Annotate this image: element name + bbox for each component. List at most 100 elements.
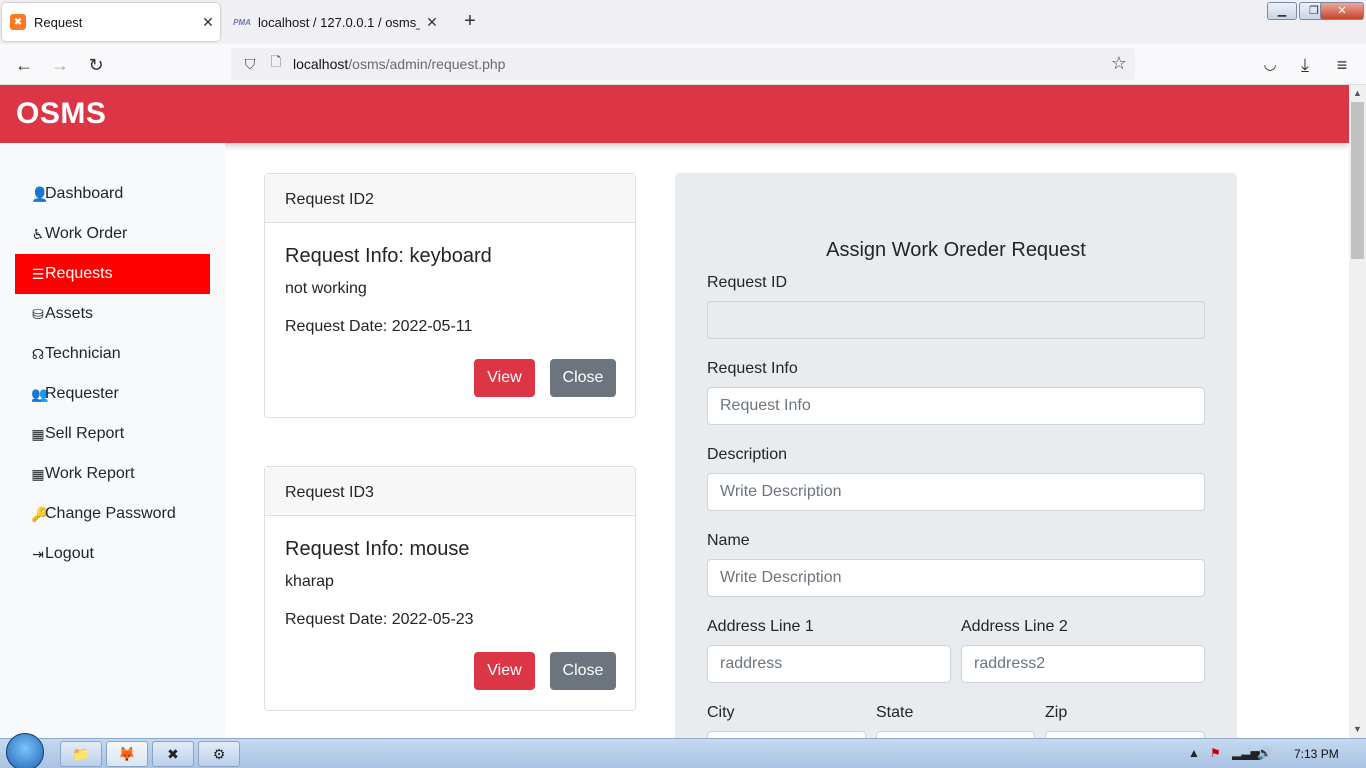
name-input[interactable]: Write Description (707, 559, 1205, 597)
network-icon[interactable]: ▂▃▅ (1232, 746, 1260, 760)
close-tab-icon[interactable]: ✕ (420, 14, 444, 31)
shield-icon[interactable]: ⛉ (235, 56, 265, 73)
request-description: kharap (285, 573, 334, 590)
sidebar: 👤 Dashboard ♿ Work Order ☰ Requests ⛁ Assets… (0, 143, 225, 738)
new-tab-button[interactable]: + (458, 10, 482, 34)
address-line1-label: Address Line 1 (707, 618, 814, 635)
sidebar-item-work-order[interactable]: ♿ Work Order (15, 214, 210, 254)
request-info-label: Request Info (707, 360, 798, 377)
sidebar-item-label: Requester (45, 385, 119, 402)
close-tab-icon[interactable]: ✕ (196, 14, 220, 31)
sidebar-item-work-report[interactable]: ▦ Work Report (15, 454, 210, 494)
request-id-label: Request ID (707, 274, 788, 291)
sidebar-item-label: Technician (45, 345, 121, 362)
users-icon: 👥 (31, 385, 49, 402)
headset-icon: ☊ (31, 345, 45, 362)
sidebar-item-label: Work Order (45, 225, 128, 242)
user-icon: 👤 (31, 185, 49, 202)
forward-arrow-icon[interactable]: → (47, 52, 73, 78)
form-title: Assign Work Oreder Request (826, 239, 1086, 261)
sidebar-item-technician[interactable]: ☊ Technician (15, 334, 210, 374)
description-label: Description (707, 446, 788, 463)
description-input[interactable]: Write Description (707, 473, 1205, 511)
reload-icon[interactable]: ↻ (83, 52, 109, 78)
close-button[interactable]: Close (550, 359, 616, 397)
close-button[interactable]: Close (550, 652, 616, 690)
state-label: State (876, 704, 914, 721)
xampp-icon: ✖ (10, 14, 26, 30)
page-viewport: OSMS 👤 Dashboard ♿ Work Order ☰ Requests ⛁ A… (0, 85, 1349, 738)
back-arrow-icon[interactable]: ← (11, 52, 37, 78)
view-button[interactable]: View (474, 652, 535, 690)
phpmyadmin-icon: PMA (233, 17, 251, 27)
window-close-button[interactable]: ✕ (1320, 2, 1364, 20)
tab-title: localhost / 127.0.0.1 / osms_db (258, 14, 420, 30)
request-description: not working (285, 280, 367, 297)
name-label: Name (707, 532, 750, 549)
sidebar-item-label: Assets (45, 305, 94, 322)
scroll-down-arrow-icon[interactable]: ▼ (1349, 721, 1366, 738)
download-icon[interactable]: ⤓ (1292, 52, 1318, 78)
address-line2-label: Address Line 2 (961, 618, 1068, 635)
state-input[interactable] (876, 731, 1035, 738)
accessibility-icon: ♿ (31, 225, 45, 242)
taskbar-clock[interactable]: 7:13 PM (1294, 747, 1339, 761)
page-icon[interactable]: 🗋 (265, 53, 287, 75)
url-text[interactable]: localhost/osms/admin/request.php (293, 56, 505, 72)
request-info-title: Request Info: mouse (285, 538, 470, 560)
browser-nav-bar: ← → ↻ ⛉ 🗋 localhost/osms/admin/request.p… (0, 44, 1366, 85)
sidebar-item-requester[interactable]: 👥 Requester (15, 374, 210, 414)
request-info-input[interactable]: Request Info (707, 387, 1205, 425)
file-explorer-icon[interactable]: 📁 (60, 741, 102, 767)
address-line2-input[interactable]: raddress2 (961, 645, 1205, 683)
volume-icon[interactable]: 🔊 (1257, 746, 1272, 760)
firefox-icon[interactable]: 🦊 (106, 741, 148, 767)
app-taskbar-icon[interactable]: ⚙ (198, 741, 240, 767)
sidebar-item-logout[interactable]: ⇥ Logout (15, 534, 210, 574)
request-card: Request ID3 Request Info: mouse kharap R… (264, 466, 636, 711)
tab-phpmyadmin[interactable]: PMA localhost / 127.0.0.1 / osms_db ✕ (226, 3, 444, 41)
sidebar-item-requests[interactable]: ☰ Requests (15, 254, 210, 294)
sidebar-item-label: Requests (45, 265, 113, 282)
sidebar-item-label: Logout (45, 545, 94, 562)
sidebar-item-label: Work Report (45, 465, 135, 482)
bookmark-star-icon[interactable]: ☆ (1111, 53, 1127, 74)
request-card: Request ID2 Request Info: keyboard not w… (264, 173, 636, 418)
start-button[interactable] (6, 733, 44, 768)
request-card-body: Request Info: keyboard not working Reque… (265, 223, 635, 417)
request-card-header: Request ID2 (265, 174, 635, 223)
xampp-taskbar-icon[interactable]: ✖ (152, 741, 194, 767)
city-input[interactable] (707, 731, 866, 738)
request-info-title: Request Info: keyboard (285, 245, 492, 267)
pocket-icon[interactable]: ◡ (1257, 52, 1283, 78)
sidebar-item-change-password[interactable]: 🔑 Change Password (15, 494, 210, 534)
address-bar[interactable]: ⛉ 🗋 localhost/osms/admin/request.php ☆ (231, 48, 1135, 80)
city-label: City (707, 704, 735, 721)
request-date: Request Date: 2022-05-23 (285, 611, 474, 628)
action-center-icon[interactable]: ⚑ (1210, 746, 1221, 760)
tab-title: Request (34, 14, 83, 30)
sidebar-item-sell-report[interactable]: ▦ Sell Report (15, 414, 210, 454)
table-icon: ▦ (31, 465, 45, 482)
request-date: Request Date: 2022-05-11 (285, 318, 473, 335)
view-button[interactable]: View (474, 359, 535, 397)
zip-input[interactable] (1045, 731, 1205, 738)
windows-taskbar: 📁 🦊 ✖ ⚙ ▲ ⚑ ▂▃▅ 🔊 7:13 PM (0, 733, 1366, 768)
tab-request[interactable]: ✖ Request ✕ (2, 3, 220, 41)
sidebar-item-assets[interactable]: ⛁ Assets (15, 294, 210, 334)
request-id-field[interactable] (707, 301, 1205, 339)
sidebar-item-dashboard[interactable]: 👤 Dashboard (15, 174, 210, 214)
request-card-body: Request Info: mouse kharap Request Date:… (265, 516, 635, 710)
page-scrollbar[interactable]: ▲ ▼ (1349, 85, 1366, 738)
scroll-up-arrow-icon[interactable]: ▲ (1349, 85, 1366, 102)
minimize-button[interactable]: ▁ (1267, 2, 1297, 20)
address-line1-input[interactable]: raddress (707, 645, 951, 683)
scrollbar-thumb[interactable] (1351, 102, 1364, 259)
list-icon: ☰ (31, 265, 45, 282)
sidebar-item-label: Change Password (45, 505, 176, 522)
brand-logo[interactable]: OSMS (16, 97, 106, 131)
menu-icon[interactable]: ≡ (1329, 52, 1355, 78)
sidebar-item-label: Sell Report (45, 425, 125, 442)
database-icon: ⛁ (32, 305, 44, 322)
show-hidden-icons-icon[interactable]: ▲ (1188, 746, 1200, 760)
